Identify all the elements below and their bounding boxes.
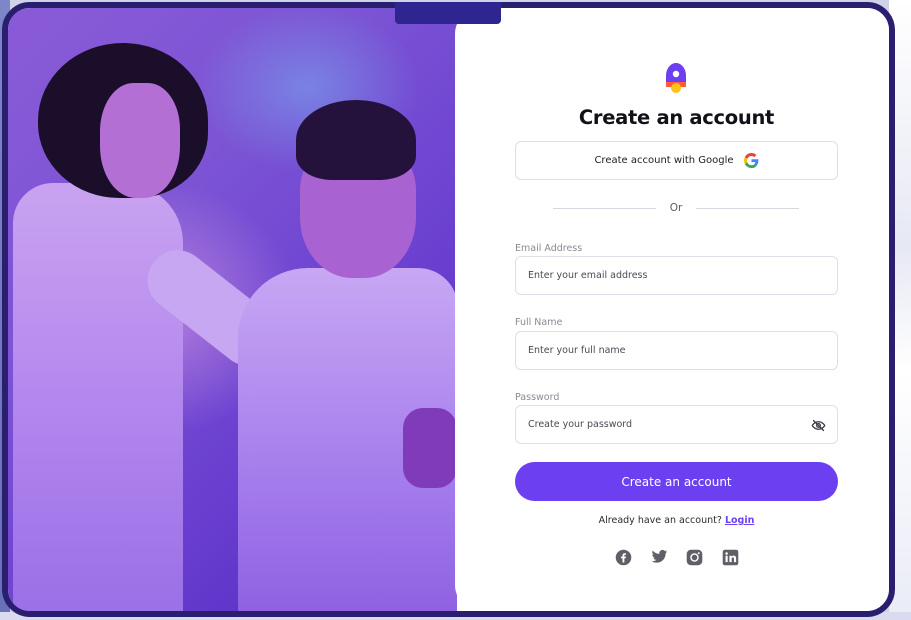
- login-prompt-row: Already have an account? Login: [455, 515, 889, 526]
- person-left-body: [13, 183, 183, 611]
- password-field[interactable]: [516, 406, 837, 443]
- device-frame: Create an account Create account with Go…: [2, 2, 895, 617]
- page-title: Create an account: [578, 106, 775, 129]
- or-divider: Or: [553, 201, 799, 215]
- full-name-field-wrapper: [515, 331, 838, 370]
- divider-text: Or: [669, 202, 683, 214]
- email-field[interactable]: [516, 257, 837, 294]
- person-right-hair: [296, 100, 416, 180]
- instagram-icon[interactable]: [686, 549, 703, 566]
- person-left-face: [100, 83, 180, 198]
- social-links: [615, 548, 739, 566]
- device-notch: [395, 2, 501, 24]
- facebook-icon[interactable]: [615, 549, 632, 566]
- email-label: Email Address: [515, 243, 583, 254]
- full-name-field[interactable]: [516, 332, 837, 369]
- create-account-button[interactable]: Create an account: [515, 462, 838, 501]
- twitter-icon[interactable]: [651, 549, 668, 566]
- password-label: Password: [515, 392, 560, 403]
- login-link[interactable]: Login: [725, 515, 754, 526]
- email-field-wrapper: [515, 256, 838, 295]
- hero-photo: [8, 8, 457, 611]
- divider-line-left: [553, 207, 656, 209]
- divider-line-right: [696, 207, 799, 209]
- google-button-label: Create account with Google: [594, 155, 734, 166]
- google-icon: [743, 153, 758, 168]
- signup-card: Create an account Create account with Go…: [455, 8, 889, 611]
- person-right-hand: [403, 408, 457, 488]
- eye-off-icon[interactable]: [811, 418, 826, 433]
- login-prompt-text: Already have an account?: [598, 515, 722, 526]
- app-logo-icon: [666, 63, 686, 93]
- password-field-wrapper: [515, 405, 838, 444]
- full-name-label: Full Name: [515, 317, 563, 328]
- google-signup-button[interactable]: Create account with Google: [515, 141, 838, 180]
- linkedin-icon[interactable]: [722, 549, 739, 566]
